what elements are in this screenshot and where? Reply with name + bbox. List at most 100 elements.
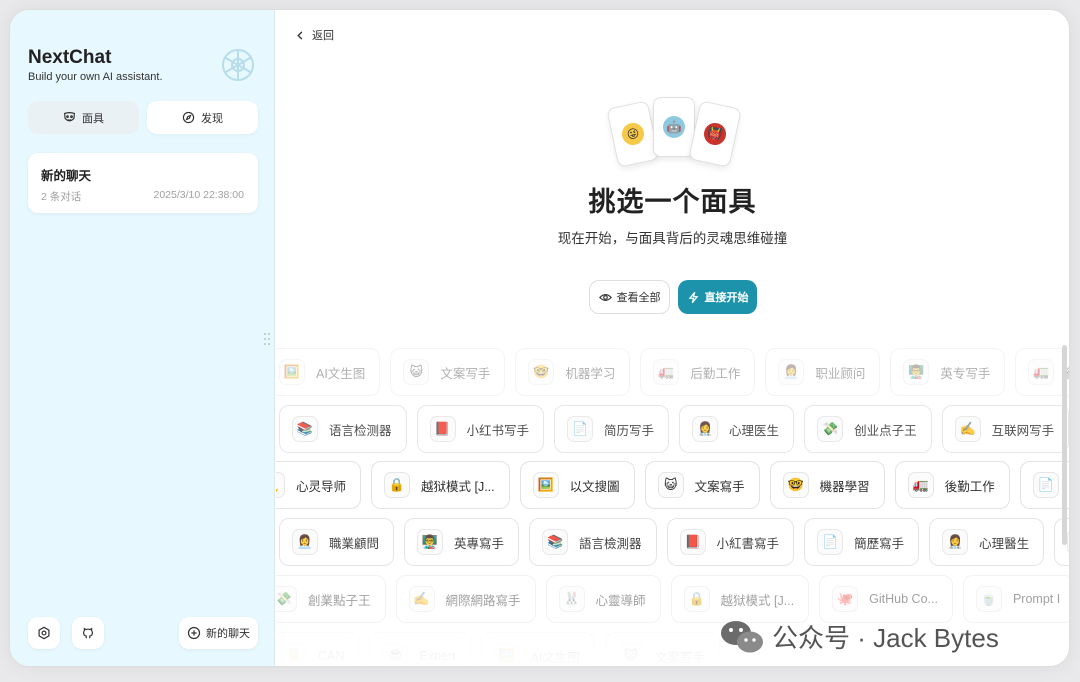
mask-item[interactable]: 📄 簡歷寫手 — [804, 518, 920, 566]
mask-item[interactable]: 🖼️ 以文搜圖 — [519, 461, 635, 509]
back-button[interactable]: 返回 — [296, 27, 334, 43]
teacher-icon: 👨‍🏫 — [903, 359, 930, 385]
mask-item-label: 小紅書寫手 — [716, 536, 780, 551]
chat-message-count: 2 条对话 — [41, 191, 82, 203]
mask-item[interactable]: 💸 创业点子王 — [804, 405, 932, 453]
mask-item-label: 機器學習 — [819, 479, 870, 494]
mask-card-center: 🤖 — [653, 97, 695, 157]
bunny-icon: 🐰 — [558, 586, 585, 612]
mask-item-label: 以文搜圖 — [569, 479, 620, 494]
ogre-mask-icon: 👹 — [701, 120, 729, 148]
mask-item-label: 文案寫手 — [694, 479, 745, 494]
start-directly-button-label: 直接开始 — [704, 292, 749, 304]
mask-item[interactable]: 🤓 机器学习 — [515, 348, 631, 396]
view-all-button-label: 查看全部 — [616, 292, 661, 304]
mask-item[interactable]: 🔒 越狱模式 [J... — [371, 461, 510, 509]
mask-item[interactable]: 🚛 后勤工作 — [640, 348, 756, 396]
chat-list-item[interactable]: 新的聊天 2 条对话 2025/3/10 22:38:00 — [28, 153, 258, 213]
lock-icon: 🔒 — [683, 586, 710, 612]
mask-item-label: 越狱模式 [J... — [720, 593, 795, 608]
discover-button[interactable]: 发现 — [147, 101, 258, 134]
mask-item[interactable]: 😺 文案写手 — [390, 348, 506, 396]
truck-icon: 🚛 — [653, 359, 680, 385]
page-icon: 📄 — [817, 529, 844, 555]
sidebar: NextChat Build your own AI assistant. 面具… — [10, 10, 275, 666]
mask-item-label: 心理医生 — [729, 423, 780, 438]
sidebar-drag-handle-icon[interactable] — [263, 332, 271, 346]
money-icon: 💸 — [817, 416, 844, 442]
eye-icon — [598, 293, 612, 301]
masks-button-label: 面具 — [82, 112, 104, 125]
new-chat-button[interactable]: 新的聊天 — [179, 617, 258, 649]
mask-item[interactable]: 📄 简历写手 — [554, 405, 670, 453]
github-button[interactable] — [72, 617, 104, 649]
page-title: 挑选一个面具 — [588, 187, 757, 217]
mask-item[interactable]: 🖼️ AI文生图 — [276, 348, 381, 396]
mask-item-label: 机器学习 — [565, 366, 616, 381]
mask-item[interactable]: 📚 语言检测器 — [279, 405, 407, 453]
writing-hand-icon: ✍️ — [954, 416, 981, 442]
mask-item[interactable]: 🐙 GitHub Co... — [819, 575, 953, 623]
mask-item[interactable]: 👨‍🏫 英专写手 — [890, 348, 1006, 396]
mask-item[interactable]: 📚 語言檢測器 — [529, 518, 657, 566]
books-icon: 📚 — [1067, 529, 1069, 555]
mask-item[interactable]: 👨‍🏫 英專寫手 — [404, 518, 520, 566]
truck-icon: 🚛 — [1028, 359, 1055, 385]
nerd-face-icon: 🤓 — [782, 472, 809, 498]
mask-row: 👩‍💼 職業顧問 👨‍🏫 英專寫手 📚 語言檢測器 📕 小紅書寫手 📄 簡歷寫手 👩‍⚕️ 心理醫生 📚 — [279, 518, 1069, 566]
robot-icon: 🤖 — [663, 116, 685, 138]
masks-button[interactable]: 面具 — [28, 101, 139, 134]
mask-picker: 返回 😜 🤖 👹 挑选一个面具 现在开始，与面具背后的灵魂思维碰撞 查看全部 直… — [276, 10, 1069, 666]
mask-item[interactable]: 🍵 Prompt I — [962, 575, 1069, 623]
doctor-icon: 👩‍⚕️ — [942, 529, 969, 555]
app-title: NextChat — [28, 47, 112, 68]
mask-item[interactable]: 📕 小紅書寫手 — [666, 518, 795, 566]
mask-item-label: 英专写手 — [940, 366, 991, 381]
nerd-face-icon: 🤓 — [528, 359, 555, 385]
mask-item[interactable]: 🚛後勤工作 — [894, 461, 1010, 509]
mask-item[interactable]: 🧘 心灵导师 — [276, 461, 362, 509]
settings-button[interactable] — [28, 617, 60, 649]
new-chat-button-label: 新的聊天 — [206, 628, 250, 640]
mask-item[interactable]: 📕 小红书写手 — [416, 405, 545, 453]
view-all-button[interactable]: 查看全部 — [589, 280, 670, 314]
lock-icon: 🔒 — [384, 472, 411, 498]
money-icon: 💸 — [276, 586, 297, 612]
mask-item[interactable]: 🐰 心靈導師 — [545, 575, 661, 623]
mask-item[interactable]: 👩‍💼 职业顾问 — [765, 348, 881, 396]
mask-item[interactable]: 🔒 越狱模式 [J... — [670, 575, 810, 623]
mask-item-label: 簡歷寫手 — [854, 536, 905, 551]
start-directly-button[interactable]: 直接开始 — [678, 280, 757, 314]
mask-item[interactable]: 👩‍⚕️ 心理醫生 — [929, 518, 1045, 566]
mask-item-label: 职业顾问 — [815, 366, 866, 381]
doctor-icon: 👩‍⚕️ — [692, 416, 719, 442]
mask-item[interactable]: 👩‍💼 職業顧問 — [279, 518, 395, 566]
writing-hand-icon: ✍️ — [408, 586, 435, 612]
mask-item-label: 網際網路寫手 — [445, 593, 521, 608]
back-button-label: 返回 — [312, 30, 334, 42]
mask-item-label: 語言檢測器 — [579, 536, 642, 551]
mask-card-left: 😜 — [606, 100, 660, 168]
mask-item[interactable]: 🤓 機器學習 — [769, 461, 885, 509]
mask-item[interactable]: 🚛後勤工作 — [1015, 348, 1069, 396]
mask-item-label: 英專寫手 — [454, 536, 505, 551]
mask-item-label: 心靈導師 — [595, 593, 646, 608]
scrollbar[interactable] — [1062, 345, 1067, 545]
mask-item-label: 后勤工作 — [690, 366, 741, 381]
mask-item[interactable]: 😺 文案寫手 — [644, 461, 760, 509]
add-circle-icon — [187, 626, 201, 640]
mask-item-label: 創業點子王 — [308, 593, 371, 608]
mask-item[interactable]: ✍️ 互联网写手 — [941, 405, 1069, 453]
mask-item-label: 後勤工作 — [944, 479, 995, 494]
mask-item[interactable]: 💸 創業點子王 — [276, 575, 386, 623]
teacher-icon: 👨‍🏫 — [417, 529, 444, 555]
wechat-icon — [721, 620, 763, 652]
red-book-icon: 📕 — [679, 529, 706, 555]
mask-item[interactable]: ✍️ 網際網路寫手 — [395, 575, 536, 623]
mask-item-label: Prompt I — [1012, 592, 1061, 606]
mask-item-label: AI文生图 — [316, 366, 366, 381]
page-subtitle: 现在开始，与面具背后的灵魂思维碰撞 — [557, 231, 788, 246]
page-icon: 📄 — [1032, 472, 1059, 498]
mask-item[interactable]: 👩‍⚕️ 心理医生 — [679, 405, 795, 453]
red-book-icon: 📕 — [429, 416, 456, 442]
